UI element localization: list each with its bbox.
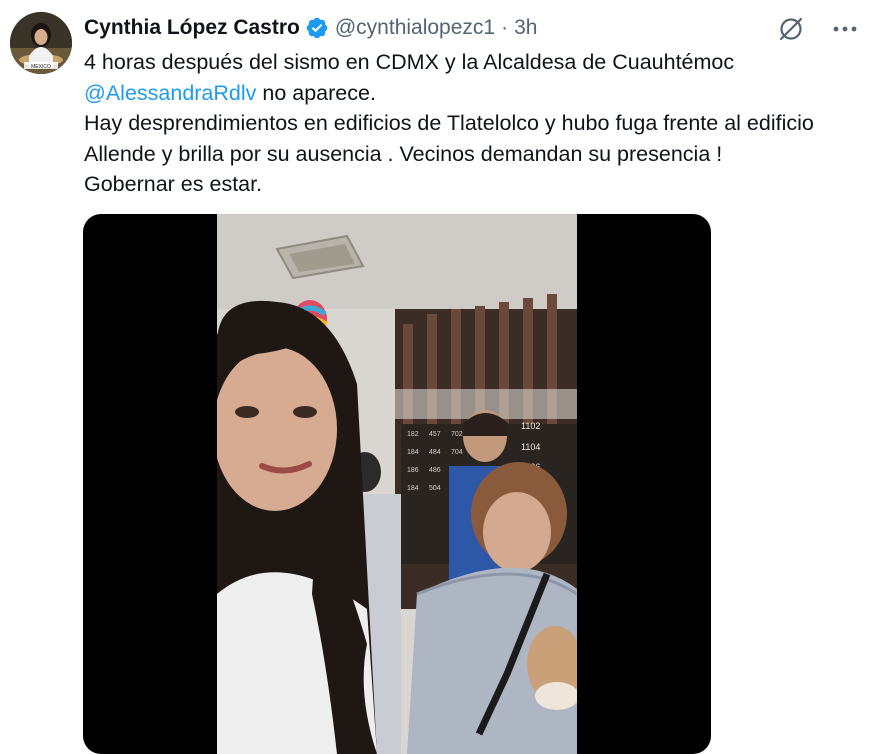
mailbox-number: 184 xyxy=(407,485,419,492)
mailbox-number: 182 xyxy=(407,431,419,438)
mention-link[interactable]: @AlessandraRdlv xyxy=(84,81,256,105)
avatar-caption: MEXICO xyxy=(31,64,51,70)
verified-badge-icon xyxy=(306,17,328,39)
author-name[interactable]: Cynthia López Castro xyxy=(84,16,300,40)
mailbox-number: 486 xyxy=(429,467,441,474)
mailbox-number: 1104 xyxy=(521,442,540,452)
avatar-image: MEXICO xyxy=(10,12,72,74)
author-handle[interactable]: @cynthialopezc1 xyxy=(335,16,495,40)
tweet-line: Hay desprendimientos en edificios de Tla… xyxy=(84,111,814,166)
author-avatar[interactable]: MEXICO xyxy=(10,12,72,74)
mailbox-number: 704 xyxy=(451,449,463,456)
tweet-text: 4 horas después del sismo en CDMX y la A… xyxy=(84,47,864,200)
more-dots-icon[interactable] xyxy=(830,14,860,44)
grok-icon[interactable] xyxy=(776,14,806,44)
mailbox-number: 1102 xyxy=(521,421,540,431)
tweet-line: 4 horas después del sismo en CDMX y la A… xyxy=(84,50,735,74)
tweet-header: Cynthia López Castro @cynthialopezc1 · 3… xyxy=(84,14,537,42)
video-frame: 182 457 702 1102 184 484 704 1104 186 48… xyxy=(217,214,577,754)
tweet-video[interactable]: 182 457 702 1102 184 484 704 1104 186 48… xyxy=(83,214,711,754)
tweet-line-suffix: no aparece. xyxy=(256,80,376,105)
tweet-actions-top xyxy=(776,14,860,44)
mailbox-number: 484 xyxy=(429,449,441,456)
header-separator: · xyxy=(501,16,509,39)
mailbox-number: 457 xyxy=(429,431,441,438)
tweet-line: @AlessandraRdlv no aparece. xyxy=(84,78,864,109)
mailbox-number: 504 xyxy=(429,485,441,492)
mailbox-number: 186 xyxy=(407,467,419,474)
mailbox-number: 184 xyxy=(407,449,419,456)
tweet-line: Gobernar es estar. xyxy=(84,172,263,196)
tweet-timestamp[interactable]: 3h xyxy=(514,16,537,40)
mailbox-number: 702 xyxy=(451,431,463,438)
